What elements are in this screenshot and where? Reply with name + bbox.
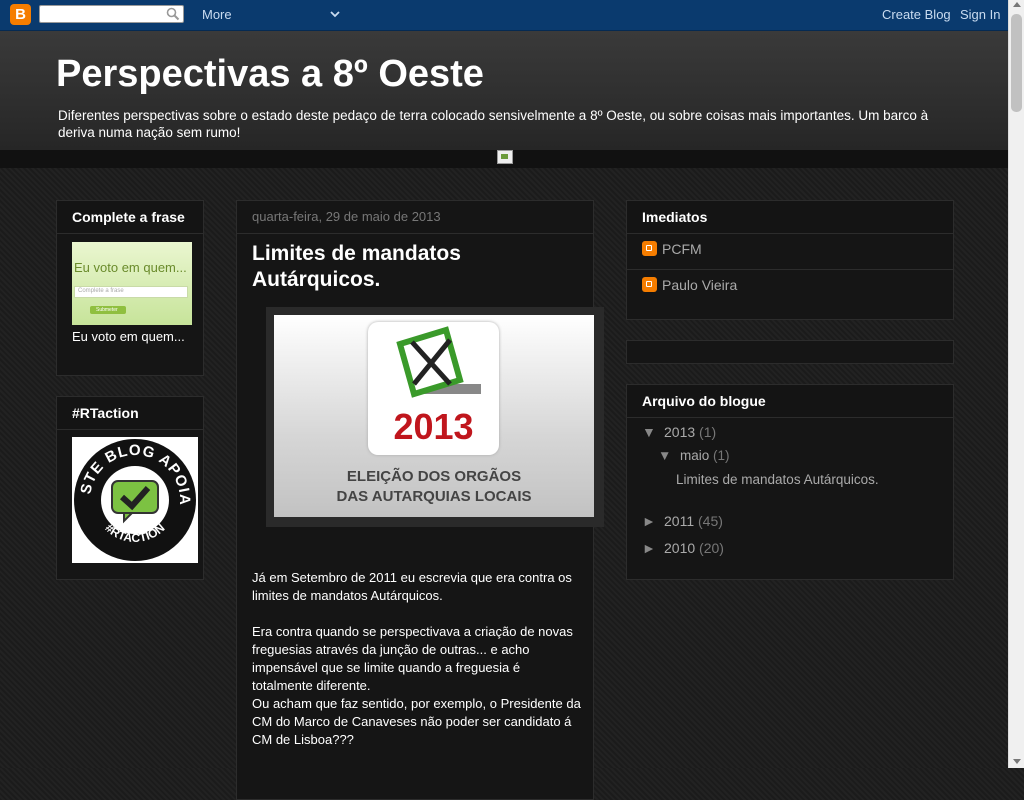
rtaction-badge-image[interactable]: ESTE BLOG APOIA #RTACTION (66, 424, 198, 563)
ballot-box-icon (396, 326, 481, 398)
blog-link-paulo-vieira[interactable]: Paulo Vieira (642, 277, 737, 293)
post-paragraph: Ou acham que faz sentido, por exemplo, o… (252, 696, 581, 747)
blog-description: Diferentes perspectivas sobre o estado d… (58, 108, 929, 140)
empty-widget (626, 340, 954, 364)
create-blog-link[interactable]: Create Blog (882, 7, 951, 22)
frase-image-input: Complete a frase (74, 286, 188, 298)
blog-title[interactable]: Perspectivas a 8º Oeste (56, 53, 484, 96)
archive-link[interactable]: 2010 (664, 540, 695, 556)
blog-link-label[interactable]: Paulo Vieira (662, 277, 737, 293)
frase-caption[interactable]: Eu voto em quem... (72, 329, 192, 345)
scroll-up-arrow-icon[interactable] (1013, 2, 1021, 7)
archive-count: (1) (699, 424, 717, 440)
arquivo-widget: Arquivo do blogue ▼ 2013 (1) ▼ maio (1) Li… (626, 384, 954, 580)
archive-link[interactable]: 2013 (664, 424, 695, 440)
broken-image-icon (497, 150, 513, 164)
vertical-scrollbar[interactable] (1008, 0, 1024, 768)
post-date: quarta-feira, 29 de maio de 2013 (237, 201, 593, 234)
post-image-caption: ELEIÇÃO DOS ORGÃOS DAS AUTARQUIAS LOCAIS (274, 467, 594, 507)
blogger-logo-icon[interactable]: B (10, 4, 31, 25)
archive-year-2011: ► 2011 (45) (642, 513, 723, 529)
archive-month-maio: ▼ maio (1) (658, 448, 730, 463)
archive-count: (1) (713, 448, 730, 463)
blog-link-pcfm[interactable]: PCFM (642, 241, 702, 257)
search-input[interactable] (43, 8, 167, 24)
frase-image-button-text: Submeter (96, 307, 118, 313)
rtaction-badge-icon: ESTE BLOG APOIA #RTACTION (66, 424, 196, 561)
archive-year-2010: ► 2010 (20) (642, 540, 724, 556)
ballot-year: 2013 (393, 406, 474, 447)
widget-title: Arquivo do blogue (627, 385, 953, 418)
complete-a-frase-widget: Complete a frase Eu voto em quem... Comp… (56, 200, 204, 376)
ballot-card: 2013 (368, 322, 499, 455)
post-image-frame: 2013 ELEIÇÃO DOS ORGÃOS DAS AUTARQUIAS L… (266, 307, 604, 527)
blog-header: Perspectivas a 8º Oeste Diferentes persp… (0, 31, 1008, 150)
frase-image-text: Eu voto em quem... (74, 260, 187, 275)
frase-image-input-text: Complete a frase (78, 288, 124, 294)
search-box[interactable] (39, 5, 184, 24)
divider (627, 269, 953, 270)
blog-link-label[interactable]: PCFM (662, 241, 702, 257)
frase-image[interactable]: Eu voto em quem... Complete a frase Subm… (72, 242, 192, 325)
rtaction-widget: #RTaction ESTE BLOG APOIA #RTACTION (56, 396, 204, 580)
sign-in-link[interactable]: Sign In (960, 7, 1000, 22)
search-icon[interactable] (166, 7, 180, 21)
scroll-thumb[interactable] (1011, 14, 1022, 112)
imediatos-widget: Imediatos PCFM Paulo Vieira (626, 200, 954, 320)
caption-line-2: DAS AUTARQUIAS LOCAIS (336, 488, 532, 505)
blogger-icon (642, 277, 657, 292)
archive-count: (45) (698, 513, 723, 529)
archive-count: (20) (699, 540, 724, 556)
caption-line-1: ELEIÇÃO DOS ORGÃOS (346, 468, 522, 485)
archive-link[interactable]: 2011 (664, 513, 694, 529)
toggle-collapsed-icon[interactable]: ► (642, 513, 664, 529)
post-paragraph: Já em Setembro de 2011 eu escrevia que e… (252, 570, 572, 603)
post-image[interactable]: 2013 ELEIÇÃO DOS ORGÃOS DAS AUTARQUIAS L… (274, 315, 594, 517)
post-paragraph: Era contra quando se perspectivava a cri… (252, 624, 573, 693)
archive-link[interactable]: maio (680, 448, 709, 463)
toggle-expanded-icon[interactable]: ▼ (658, 448, 680, 463)
frase-image-button: Submeter (90, 306, 126, 314)
toggle-expanded-icon[interactable]: ▼ (642, 424, 664, 440)
widget-title: Imediatos (627, 201, 953, 234)
blogger-icon (642, 241, 657, 256)
toggle-collapsed-icon[interactable]: ► (642, 540, 664, 556)
widget-title: Complete a frase (57, 201, 203, 234)
widget-title: #RTaction (57, 397, 203, 430)
scroll-down-arrow-icon[interactable] (1013, 759, 1021, 764)
post-title[interactable]: Limites de mandatos Autárquicos. (252, 241, 572, 293)
chevron-down-icon[interactable] (329, 8, 341, 20)
blog-post: quarta-feira, 29 de maio de 2013 Limites… (236, 200, 604, 800)
blogger-navbar: B More Create Blog Sign In (0, 0, 1008, 31)
archive-year-2013: ▼ 2013 (1) (642, 424, 716, 440)
more-menu-button[interactable]: More (202, 7, 232, 22)
archive-post-link[interactable]: Limites de mandatos Autárquicos. (676, 472, 879, 487)
post-body: Já em Setembro de 2011 eu escrevia que e… (252, 569, 582, 767)
